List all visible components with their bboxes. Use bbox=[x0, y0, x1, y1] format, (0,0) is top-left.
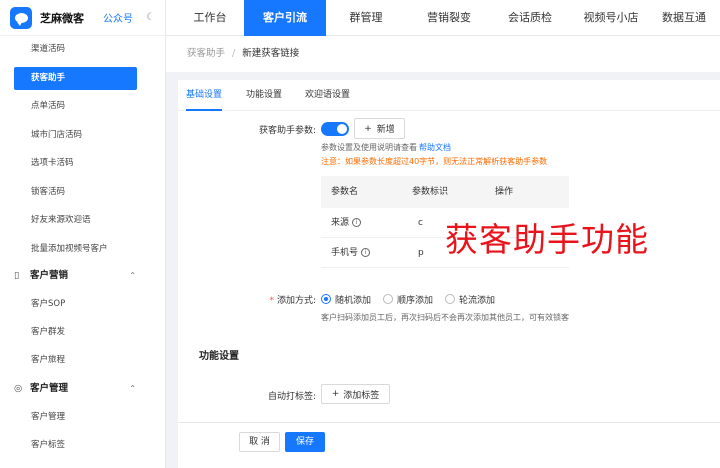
add-param-button[interactable]: + 新增 bbox=[354, 118, 405, 139]
param-key-cell: p bbox=[418, 248, 424, 258]
plus-icon: + bbox=[364, 123, 372, 134]
breadcrumb-parent[interactable]: 获客助手 bbox=[187, 48, 225, 59]
radio-button[interactable] bbox=[321, 294, 331, 304]
radio-random[interactable]: 随机添加 bbox=[321, 293, 371, 306]
add-param-label: 新增 bbox=[376, 125, 395, 135]
settings-tabs: 基础设置 功能设置 欢迎语设置 bbox=[178, 80, 720, 111]
table-header: 参数名 参数标识 操作 bbox=[321, 176, 569, 208]
cancel-button[interactable]: 取 消 bbox=[239, 432, 280, 452]
nav-workbench[interactable]: 工作台 bbox=[176, 0, 244, 36]
add-tag-label: 添加标签 bbox=[343, 390, 380, 401]
nav-session-inspection[interactable]: 会话质检 bbox=[490, 0, 570, 36]
form-card: 基础设置 功能设置 欢迎语设置 获客助手参数: + 新增 参数设置及使用说明请查看… bbox=[178, 80, 720, 422]
sidebar-item-sop[interactable]: 客户SOP bbox=[14, 293, 137, 316]
brand-name: 芝麻微客 bbox=[40, 11, 84, 25]
tab-basic-settings[interactable]: 基础设置 bbox=[186, 80, 223, 111]
chevron-up-icon: ⌃ bbox=[129, 271, 136, 280]
users-icon: ◎ bbox=[14, 383, 23, 394]
params-label: 获客助手参数: bbox=[258, 126, 316, 136]
params-hint-text: 参数设置及使用说明请查看 bbox=[321, 143, 417, 152]
radio-label: 随机添加 bbox=[335, 295, 372, 306]
sidebar-group-marketing[interactable]: ▯ 客户营销 ⌃ bbox=[0, 265, 166, 287]
sidebar-item-acquisition-assistant[interactable]: 获客助手 bbox=[14, 67, 137, 90]
radio-label: 轮流添加 bbox=[459, 295, 496, 306]
overlay-caption: 获客助手功能 bbox=[445, 220, 649, 259]
required-asterisk: * bbox=[269, 296, 274, 306]
top-navigation: 工作台 客户引流 群管理 营销裂变 会话质检 视频号小店 数据互通 bbox=[166, 0, 720, 36]
breadcrumb: 获客助手 / 新建获客链接 bbox=[166, 36, 720, 72]
params-toggle[interactable] bbox=[321, 122, 349, 136]
sidebar-item-mass-send[interactable]: 客户群发 bbox=[14, 321, 137, 344]
moon-icon[interactable]: ☾ bbox=[146, 12, 155, 23]
help-doc-link[interactable]: 帮助文档 bbox=[419, 143, 451, 152]
tab-welcome-settings[interactable]: 欢迎语设置 bbox=[305, 80, 350, 111]
calendar-icon: ▯ bbox=[14, 270, 20, 281]
radio-button[interactable] bbox=[383, 294, 394, 304]
breadcrumb-current: 新建获客链接 bbox=[242, 48, 300, 59]
param-name: 手机号 bbox=[331, 248, 359, 258]
nav-data-interconnect[interactable]: 数据互通 bbox=[654, 0, 720, 36]
group-label: 客户营销 bbox=[30, 270, 69, 281]
param-key-cell: c bbox=[418, 218, 423, 228]
param-name-cell: 来源 i bbox=[331, 208, 362, 238]
group-label: 客户管理 bbox=[30, 383, 69, 394]
plus-icon: + bbox=[331, 389, 340, 399]
nav-group-management[interactable]: 群管理 bbox=[326, 0, 406, 36]
sidebar-item-lock-code[interactable]: 锁客活码 bbox=[14, 181, 137, 204]
save-button[interactable]: 保存 bbox=[285, 432, 325, 452]
radio-button[interactable] bbox=[445, 294, 456, 304]
params-warning: 注意：如果参数长度超过40字节，则无法正常解析获客助手参数 bbox=[321, 157, 548, 166]
param-name: 来源 bbox=[331, 218, 350, 228]
column-header: 操作 bbox=[495, 187, 514, 197]
add-mode-label-text: 添加方式: bbox=[276, 296, 316, 306]
add-mode-radio-group: 随机添加 顺序添加 轮流添加 bbox=[321, 292, 507, 306]
sidebar-item-journey[interactable]: 客户旅程 bbox=[14, 349, 137, 372]
param-name-cell: 手机号 i bbox=[331, 238, 371, 268]
column-header: 参数名 bbox=[331, 187, 359, 197]
radio-sequential[interactable]: 顺序添加 bbox=[383, 293, 433, 306]
info-icon[interactable]: i bbox=[352, 218, 362, 227]
sidebar: 芝麻微客 公众号 ☾ 渠道活码 获客助手 点单活码 城市门店活码 选项卡活码 锁… bbox=[0, 0, 166, 468]
add-mode-label: * 添加方式: bbox=[218, 293, 316, 306]
sidebar-item-customer-tags[interactable]: 客户标签 bbox=[14, 434, 137, 457]
sidebar-item-customer-management[interactable]: 客户管理 bbox=[14, 406, 137, 429]
sidebar-item-store-code[interactable]: 城市门店活码 bbox=[14, 124, 137, 147]
auto-tag-label: 自动打标签: bbox=[267, 392, 316, 402]
nav-marketing-fission[interactable]: 营销裂变 bbox=[408, 0, 490, 36]
add-mode-hint: 客户扫码添加员工后，再次扫码后不会再次添加其他员工，可有效锁客 bbox=[321, 313, 569, 322]
section-title-features: 功能设置 bbox=[199, 351, 239, 362]
form-footer: 取 消 保存 bbox=[178, 422, 720, 468]
logo-icon bbox=[10, 6, 32, 29]
sidebar-item-tab-code[interactable]: 选项卡活码 bbox=[14, 152, 137, 175]
chevron-up-icon: ⌃ bbox=[129, 384, 136, 393]
sidebar-group-customer-management[interactable]: ◎ 客户管理 ⌃ bbox=[0, 378, 166, 400]
nav-video-shop[interactable]: 视频号小店 bbox=[570, 0, 652, 36]
tab-feature-settings[interactable]: 功能设置 bbox=[246, 80, 282, 111]
brand-header: 芝麻微客 公众号 ☾ bbox=[0, 0, 165, 36]
params-hint: 参数设置及使用说明请查看 帮助文档 bbox=[321, 142, 451, 153]
column-header: 参数标识 bbox=[412, 187, 449, 197]
add-tag-button[interactable]: + 添加标签 bbox=[321, 384, 390, 404]
info-icon[interactable]: i bbox=[361, 248, 371, 257]
radio-round-robin[interactable]: 轮流添加 bbox=[445, 293, 495, 306]
radio-label: 顺序添加 bbox=[397, 295, 434, 306]
sidebar-item-batch-add[interactable]: 批量添加视频号客户 bbox=[14, 238, 137, 261]
account-type-badge[interactable]: 公众号 bbox=[103, 10, 133, 25]
sidebar-item-channel-code[interactable]: 渠道活码 bbox=[14, 38, 137, 61]
breadcrumb-separator: / bbox=[232, 48, 236, 59]
sidebar-item-order-code[interactable]: 点单活码 bbox=[14, 95, 137, 118]
nav-customer-acquisition[interactable]: 客户引流 bbox=[244, 0, 326, 36]
sidebar-item-welcome-message[interactable]: 好友来源欢迎语 bbox=[14, 209, 137, 232]
